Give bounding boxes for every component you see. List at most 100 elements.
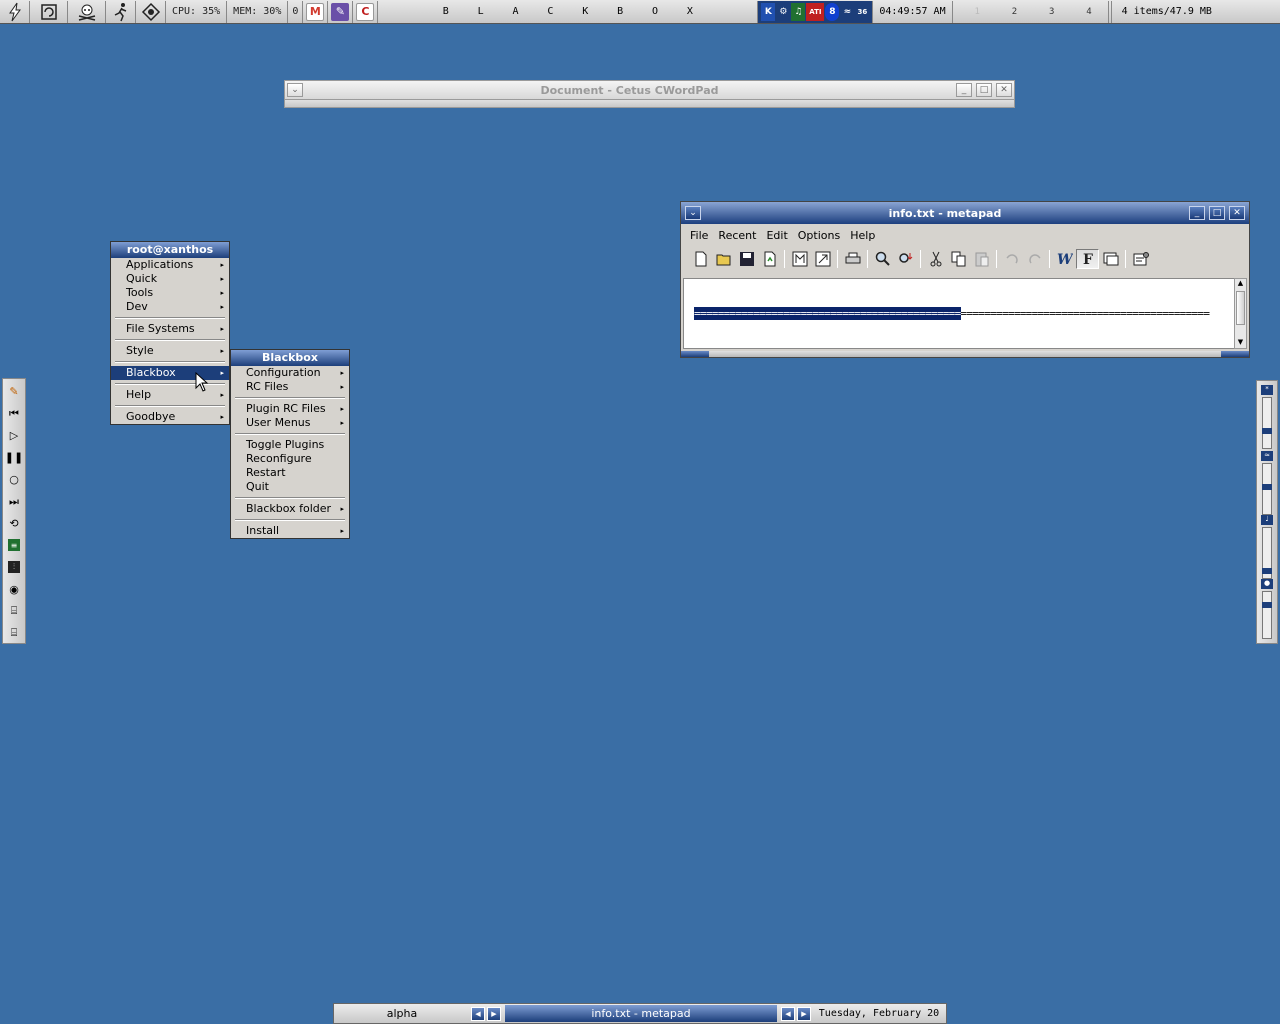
- menu-file[interactable]: File: [685, 229, 713, 242]
- slider-knob[interactable]: [1262, 484, 1272, 490]
- menu-item-configuration[interactable]: Configuration ▸: [231, 366, 349, 380]
- workspace-prev-button[interactable]: ◀: [471, 1006, 485, 1021]
- menu-item-restart[interactable]: Restart: [231, 466, 349, 480]
- menu-item-applications[interactable]: Applications ▸: [111, 258, 229, 272]
- save-button[interactable]: [735, 249, 758, 269]
- resize-grip-left[interactable]: [681, 351, 709, 357]
- minimize-button[interactable]: _: [956, 83, 972, 97]
- pager-workspace-3[interactable]: 3: [1049, 7, 1054, 17]
- launch-button[interactable]: [811, 249, 834, 269]
- menu-item-help[interactable]: Help ▸: [111, 388, 229, 402]
- scroll-up-arrow-icon[interactable]: ▲: [1235, 279, 1246, 289]
- workspace-name[interactable]: alpha: [334, 1007, 470, 1020]
- pager-workspace-2[interactable]: 2: [1012, 7, 1017, 17]
- scroll-thumb[interactable]: [1236, 291, 1245, 325]
- loop-button[interactable]: ⟲: [5, 514, 23, 534]
- paste-button[interactable]: [970, 249, 993, 269]
- font-button[interactable]: F: [1076, 249, 1099, 269]
- settings-button[interactable]: [1129, 249, 1152, 269]
- menu-item-tools[interactable]: Tools ▸: [111, 286, 229, 300]
- shade-button[interactable]: ⌄: [287, 83, 303, 97]
- menu-item-file-systems[interactable]: File Systems ▸: [111, 322, 229, 336]
- wordpad-titlebar[interactable]: ⌄ Document - Cetus CWordPad _ □ ✕: [284, 80, 1015, 100]
- bluetooth-tray-icon[interactable]: 8: [825, 2, 840, 21]
- cut-button[interactable]: [924, 249, 947, 269]
- refresh-button[interactable]: [30, 0, 68, 23]
- audio-tray-icon[interactable]: ♫: [791, 2, 806, 21]
- window-prev-button[interactable]: ◀: [781, 1006, 795, 1021]
- previous-track-button[interactable]: ⏮: [5, 404, 23, 424]
- metapad-titlebar[interactable]: ⌄ info.txt - metapad _ □ ✕: [681, 202, 1249, 224]
- skull-button[interactable]: [68, 0, 106, 23]
- copy-button[interactable]: [947, 249, 970, 269]
- menu-item-toggle-plugins[interactable]: Toggle Plugins: [231, 438, 349, 452]
- new-button[interactable]: [689, 249, 712, 269]
- fullscreen-button[interactable]: [788, 249, 811, 269]
- runner-button[interactable]: [106, 0, 136, 23]
- replace-button[interactable]: [894, 249, 917, 269]
- edit-button[interactable]: ✎: [5, 382, 23, 402]
- find-button[interactable]: [871, 249, 894, 269]
- refresh-file-button[interactable]: [758, 249, 781, 269]
- mic-volume-slider[interactable]: [1262, 591, 1272, 639]
- window-next-button[interactable]: ▶: [797, 1006, 811, 1021]
- wordpad-resize-strip[interactable]: [284, 100, 1015, 108]
- visualizer-button[interactable]: ◉: [5, 579, 23, 599]
- menu-item-plugin-rc-files[interactable]: Plugin RC Files ▸: [231, 402, 349, 416]
- slider-knob[interactable]: [1262, 602, 1272, 608]
- settings-tray-icon[interactable]: ⚙: [776, 3, 790, 21]
- menu-item-user-menus[interactable]: User Menus ▸: [231, 416, 349, 430]
- pause-button[interactable]: ❚❚: [5, 448, 23, 468]
- shade-button[interactable]: ⌄: [685, 206, 701, 220]
- menu-item-quit[interactable]: Quit: [231, 480, 349, 494]
- line-volume-slider[interactable]: [1262, 527, 1272, 579]
- word-wrap-button[interactable]: W: [1053, 249, 1076, 269]
- close-button[interactable]: ✕: [996, 83, 1012, 97]
- menu-item-blackbox-folder[interactable]: Blackbox folder ▸: [231, 502, 349, 516]
- slider-knob[interactable]: [1262, 568, 1272, 574]
- ati-tray-icon[interactable]: ATI: [806, 2, 825, 21]
- menu-item-goodbye[interactable]: Goodbye ▸: [111, 410, 229, 424]
- menu-edit[interactable]: Edit: [761, 229, 792, 242]
- minimize-button[interactable]: _: [1189, 206, 1205, 220]
- open-button[interactable]: [712, 249, 735, 269]
- equalizer-button[interactable]: ⫶: [5, 557, 23, 577]
- network-button[interactable]: [136, 0, 166, 23]
- maximize-button[interactable]: □: [976, 83, 992, 97]
- menu-item-blackbox[interactable]: Blackbox ▸: [111, 366, 229, 380]
- undo-button[interactable]: [1000, 249, 1023, 269]
- menu-item-rc-files[interactable]: RC Files ▸: [231, 380, 349, 394]
- notes-button[interactable]: ✎: [328, 0, 354, 23]
- pager-workspace-1[interactable]: 1: [975, 7, 980, 17]
- menu-item-dev[interactable]: Dev ▸: [111, 300, 229, 314]
- drive-2-button[interactable]: ⌸: [5, 623, 23, 643]
- text-editor[interactable]: ========================================…: [683, 278, 1235, 349]
- wifi-tray-icon[interactable]: ≈: [840, 3, 854, 21]
- menu-options[interactable]: Options: [793, 229, 845, 242]
- metapad-resize-handle[interactable]: [681, 351, 1249, 357]
- slider-knob[interactable]: [1262, 428, 1272, 434]
- kde-tray-icon[interactable]: K: [761, 2, 776, 21]
- lightning-button[interactable]: [0, 0, 30, 23]
- play-button[interactable]: ▷: [5, 426, 23, 446]
- playlist-button[interactable]: ≡: [5, 535, 23, 555]
- redo-button[interactable]: [1023, 249, 1046, 269]
- close-button[interactable]: ✕: [1229, 206, 1245, 220]
- resize-grip-right[interactable]: [1221, 351, 1249, 357]
- transparent-button[interactable]: [1099, 249, 1122, 269]
- menu-item-style[interactable]: Style ▸: [111, 344, 229, 358]
- menu-help[interactable]: Help: [845, 229, 880, 242]
- calendar-button[interactable]: C: [353, 0, 379, 23]
- menu-item-quick[interactable]: Quick ▸: [111, 272, 229, 286]
- drive-1-button[interactable]: ⌸: [5, 601, 23, 621]
- menu-item-install[interactable]: Install ▸: [231, 524, 349, 538]
- maximize-button[interactable]: □: [1209, 206, 1225, 220]
- stop-button[interactable]: ○: [5, 470, 23, 490]
- pager-workspace-4[interactable]: 4: [1086, 7, 1091, 17]
- master-volume-slider[interactable]: [1262, 397, 1272, 449]
- print-button[interactable]: [841, 249, 864, 269]
- next-track-button[interactable]: ⏭: [5, 492, 23, 512]
- scroll-down-arrow-icon[interactable]: ▼: [1235, 338, 1246, 348]
- workspace-next-button[interactable]: ▶: [487, 1006, 501, 1021]
- menu-recent[interactable]: Recent: [713, 229, 761, 242]
